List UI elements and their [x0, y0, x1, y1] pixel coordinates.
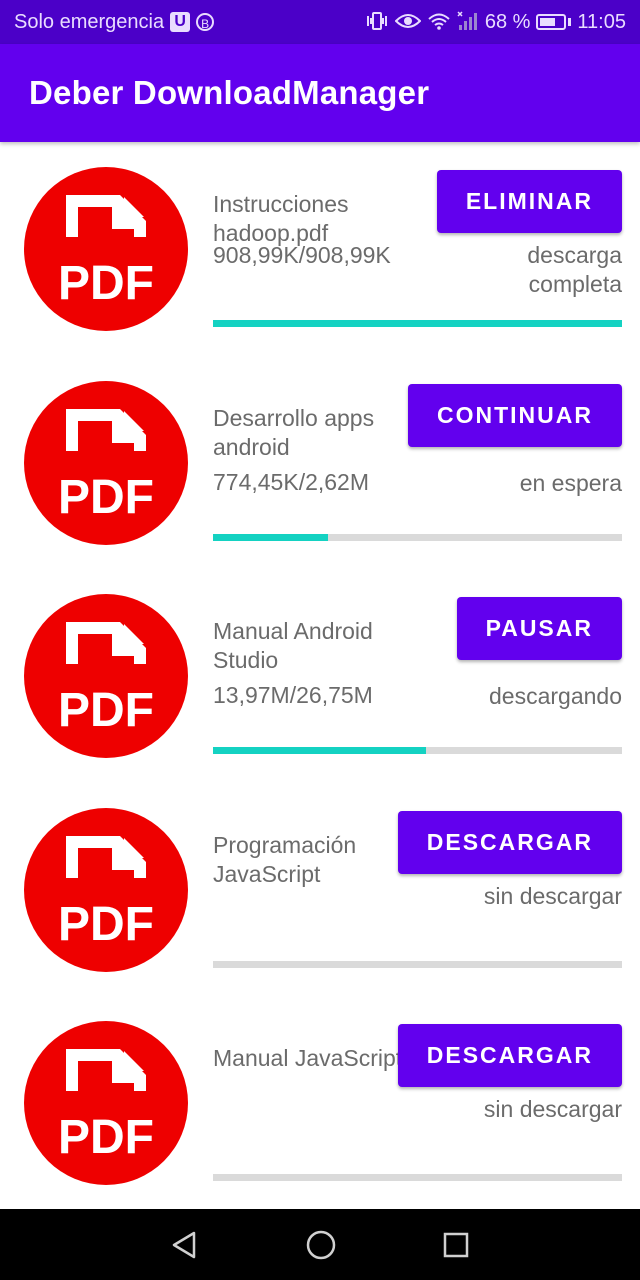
pausar-button[interactable]: PAUSAR: [456, 597, 622, 660]
progress-fill: [213, 747, 426, 754]
eliminar-button[interactable]: ELIMINAR: [436, 170, 622, 233]
svg-text:PDF: PDF: [58, 471, 154, 524]
download-item-3: PDF Manual Android Studio 13,97M/26,75M …: [0, 569, 640, 783]
pdf-icon: PDF: [24, 594, 188, 758]
progress-bar: [213, 747, 622, 754]
svg-text:PDF: PDF: [58, 684, 154, 737]
svg-text:PDF: PDF: [58, 898, 154, 951]
u-app-icon: U: [170, 12, 191, 32]
app-bar: Deber DownloadManager: [0, 44, 640, 142]
recents-icon[interactable]: [442, 1231, 470, 1259]
download-status: sin descargar: [483, 882, 622, 909]
progress-bar: [213, 960, 622, 968]
clock-text: 11:05: [577, 10, 626, 33]
progress-fill: [213, 533, 328, 541]
descargar-button[interactable]: DESCARGAR: [397, 810, 622, 874]
file-title: Instrucciones hadoop.pdf: [213, 191, 349, 246]
status-left: Solo emergencia U B: [14, 10, 215, 34]
pdf-icon: PDF: [24, 807, 188, 972]
battery-tip: [568, 18, 572, 26]
download-item-4: PDF Programación JavaScript sin descarga…: [0, 783, 640, 997]
svg-text:PDF: PDF: [58, 1111, 154, 1164]
pdf-icon: PDF: [24, 167, 188, 331]
download-item-5: PDF Manual JavaScript sin descargar DESC…: [0, 996, 640, 1210]
progress-bar: [213, 320, 622, 327]
file-size: 908,99K/908,99K: [213, 242, 391, 268]
download-item-1: PDF Instrucciones hadoop.pdf 908,99K/908…: [0, 142, 640, 356]
file-title: Manual Android Studio: [213, 618, 373, 673]
download-status: descargando: [489, 683, 622, 709]
progress-bar: [213, 533, 622, 541]
svg-text:PDF: PDF: [58, 257, 154, 310]
signal-icon: [457, 10, 479, 34]
download-status: sin descargar: [483, 1096, 622, 1122]
file-title: Manual JavaScript: [213, 1045, 403, 1071]
navigation-bar: [0, 1209, 640, 1280]
progress-fill: [213, 320, 622, 327]
file-size: 774,45K/2,62M: [213, 468, 370, 495]
status-right: 68 % 11:05: [365, 11, 626, 34]
battery-percent-text: 68 %: [484, 10, 531, 33]
battery-icon: [536, 14, 567, 30]
eye-icon: [394, 12, 422, 33]
download-item-2: PDF Desarrollo apps android 774,45K/2,62…: [0, 356, 640, 570]
pdf-icon: PDF: [24, 380, 188, 545]
file-title: Desarrollo apps android: [213, 404, 375, 460]
download-list[interactable]: PDF Instrucciones hadoop.pdf 908,99K/908…: [0, 142, 640, 1210]
vibrate-icon: [365, 11, 389, 34]
status-bar: Solo emergencia U B 68 % 11:05: [0, 0, 640, 44]
battery-level: [540, 18, 556, 26]
carrier-text: Solo emergencia: [14, 10, 165, 33]
b-app-icon: B: [196, 13, 215, 31]
descargar-button[interactable]: DESCARGAR: [397, 1024, 622, 1087]
wifi-icon: [427, 12, 451, 33]
progress-bar: [213, 1174, 622, 1181]
app-title: Deber DownloadManager: [29, 74, 430, 111]
back-icon[interactable]: [170, 1230, 200, 1260]
home-icon[interactable]: [305, 1229, 337, 1261]
pdf-icon: PDF: [24, 1021, 188, 1185]
download-status: en espera: [519, 469, 622, 496]
file-title: Programación JavaScript: [213, 831, 357, 887]
continuar-button[interactable]: CONTINUAR: [408, 383, 622, 447]
download-status: descarga completa: [527, 242, 622, 297]
file-size: 13,97M/26,75M: [213, 682, 373, 708]
